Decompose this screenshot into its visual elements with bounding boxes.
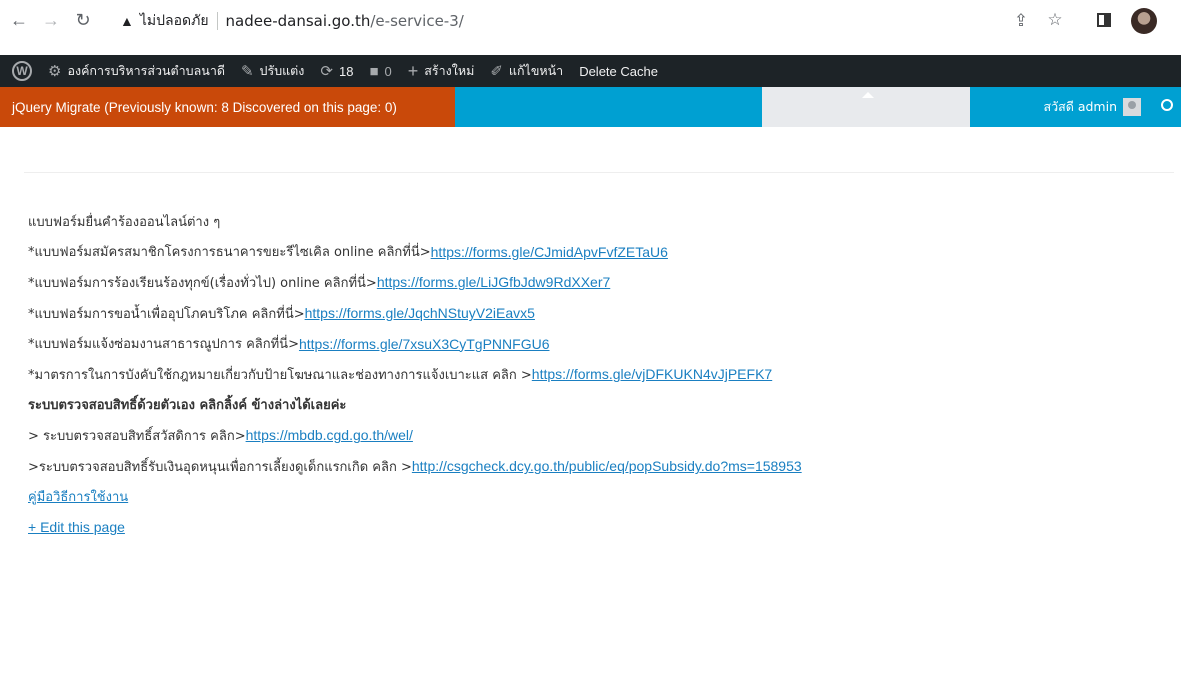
- divider: [24, 172, 1174, 173]
- edit-paragraph: + Edit this page: [28, 512, 1168, 543]
- url-host: nadee-dansai.go.th: [225, 12, 371, 30]
- list-item: *แบบฟอร์มแจ้งซ่อมงานสาธารณูปการ คลิกที่น…: [28, 328, 1168, 359]
- updates-icon: ⟳: [320, 63, 333, 80]
- comments-count: 0: [384, 63, 392, 79]
- url-separator: [216, 12, 218, 30]
- updates-menu[interactable]: ⟳ 18: [312, 55, 361, 87]
- check-link[interactable]: http://csgcheck.dcy.go.th/public/eq/popS…: [412, 458, 802, 474]
- back-arrow-icon[interactable]: ←: [8, 9, 30, 31]
- item-text: *แบบฟอร์มการร้องเรียนร้องทุกข์(เรื่องทั่…: [28, 275, 377, 291]
- search-icon[interactable]: [1161, 99, 1173, 111]
- edit-this-page-link[interactable]: + Edit this page: [28, 519, 125, 535]
- list-item: *มาตรการในการบังคับใช้กฎหมายเกี่ยวกับป้า…: [28, 359, 1168, 390]
- profile-avatar[interactable]: [1131, 8, 1157, 34]
- wordpress-logo-icon: W: [12, 61, 32, 81]
- comments-menu[interactable]: ■ 0: [361, 55, 399, 87]
- check-text: >ระบบตรวจสอบสิทธิ์รับเงินอุดหนุนเพื่อการ…: [28, 459, 412, 475]
- reload-icon[interactable]: ↻: [72, 9, 94, 31]
- list-item: *แบบฟอร์มสมัครสมาชิกโครงการธนาคารขยะรีไซ…: [28, 237, 1168, 268]
- plus-icon: +: [407, 60, 419, 81]
- delete-cache-menu[interactable]: Delete Cache: [571, 55, 666, 87]
- section-heading: ระบบตรวจสอบสิทธิ์ด้วยตัวเอง คลิกลิ้งค์ ข…: [28, 390, 1168, 421]
- forward-arrow-icon[interactable]: →: [40, 9, 62, 31]
- item-text: *มาตรการในการบังคับใช้กฎหมายเกี่ยวกับป้า…: [28, 367, 532, 383]
- customize-menu[interactable]: ✎ ปรับแต่ง: [233, 55, 312, 87]
- address-bar[interactable]: ▲ ไม่ปลอดภัย nadee-dansai.go.th /e-servi…: [112, 6, 1012, 36]
- user-avatar: [1123, 98, 1141, 116]
- form-link[interactable]: https://forms.gle/7xsuX3CyTgPNNFGU6: [299, 336, 550, 352]
- manual-link[interactable]: คู่มือวิธีการใช้งาน: [28, 486, 128, 507]
- dashboard-icon: ⚙: [48, 63, 62, 80]
- heading-text: ระบบตรวจสอบสิทธิ์ด้วยตัวเอง คลิกลิ้งค์ ข…: [28, 398, 347, 414]
- list-item: *แบบฟอร์มการร้องเรียนร้องทุกข์(เรื่องทั่…: [28, 267, 1168, 298]
- updates-count: 18: [339, 63, 354, 79]
- item-text: *แบบฟอร์มสมัครสมาชิกโครงการธนาคารขยะรีไซ…: [28, 245, 431, 261]
- pencil-icon: ✐: [490, 63, 503, 80]
- account-menu[interactable]: สวัสดี admin: [1043, 87, 1141, 127]
- browser-toolbar: ← → ↻ ▲ ไม่ปลอดภัย nadee-dansai.go.th /e…: [0, 0, 1181, 43]
- item-text: *แบบฟอร์มแจ้งซ่อมงานสาธารณูปการ คลิกที่น…: [28, 337, 299, 353]
- check-text: > ระบบตรวจสอบสิทธิ์สวัสดิการ คลิก>: [28, 428, 246, 444]
- share-icon[interactable]: ⇪: [1006, 11, 1036, 31]
- warning-icon[interactable]: ▲: [120, 13, 134, 29]
- customize-label: ปรับแต่ง: [259, 63, 305, 78]
- greeting-text: สวัสดี admin: [1043, 99, 1117, 114]
- form-link[interactable]: https://forms.gle/LiJGfbJdw9RdXXer7: [377, 274, 610, 290]
- url-path: /e-service-3/: [370, 12, 464, 30]
- form-link[interactable]: https://forms.gle/vjDFKUKN4vJjPEFK7: [532, 366, 772, 382]
- form-link[interactable]: https://forms.gle/JqchNStuyV2iEavx5: [305, 305, 535, 321]
- comment-icon: ■: [369, 62, 379, 80]
- jquery-migrate-notice[interactable]: jQuery Migrate (Previously known: 8 Disc…: [0, 87, 455, 127]
- list-item: >ระบบตรวจสอบสิทธิ์รับเงินอุดหนุนเพื่อการ…: [28, 451, 1168, 482]
- intro-paragraph: แบบฟอร์มยื่นคำร้องออนไลน์ต่าง ๆ: [28, 206, 1168, 237]
- edit-page-menu[interactable]: ✐ แก้ไขหน้า: [482, 55, 571, 87]
- check-link[interactable]: https://mbdb.cgd.go.th/wel/: [246, 427, 413, 443]
- intro-text: แบบฟอร์มยื่นคำร้องออนไลน์ต่าง ๆ: [28, 214, 221, 230]
- wp-admin-bar: W ⚙ องค์การบริหารส่วนตำบลนาดี ✎ ปรับแต่ง…: [0, 55, 1181, 87]
- bookmark-star-icon[interactable]: ☆: [1040, 10, 1070, 30]
- list-item: > ระบบตรวจสอบสิทธิ์สวัสดิการ คลิก> https…: [28, 420, 1168, 451]
- delete-cache-label: Delete Cache: [579, 63, 658, 79]
- wp-logo-menu[interactable]: W: [0, 55, 40, 87]
- edit-label: แก้ไขหน้า: [508, 63, 564, 78]
- site-name-menu[interactable]: ⚙ องค์การบริหารส่วนตำบลนาดี: [40, 55, 233, 87]
- site-name: องค์การบริหารส่วนตำบลนาดี: [67, 63, 225, 78]
- item-text: *แบบฟอร์มการขอน้ำเพื่ออุปโภคบริโภค คลิกท…: [28, 306, 305, 322]
- form-link[interactable]: https://forms.gle/CJmidApvFvfZETaU6: [431, 244, 668, 260]
- brush-icon: ✎: [240, 63, 254, 80]
- caret-up-icon: [862, 92, 874, 98]
- manual-paragraph: คู่มือวิธีการใช้งาน: [28, 481, 1168, 512]
- side-panel-icon[interactable]: [1097, 13, 1111, 27]
- page-content: แบบฟอร์มยื่นคำร้องออนไลน์ต่าง ๆ *แบบฟอร์…: [28, 206, 1168, 543]
- list-item: *แบบฟอร์มการขอน้ำเพื่ออุปโภคบริโภค คลิกท…: [28, 298, 1168, 329]
- new-content-menu[interactable]: + สร้างใหม่: [400, 55, 483, 87]
- insecure-label[interactable]: ไม่ปลอดภัย: [140, 10, 209, 32]
- new-label: สร้างใหม่: [424, 63, 475, 78]
